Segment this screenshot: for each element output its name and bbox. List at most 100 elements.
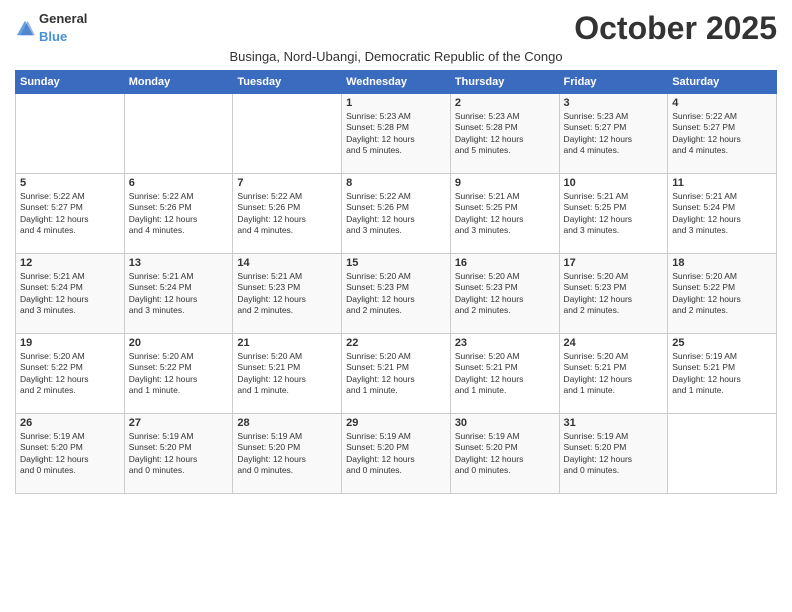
day-number: 15 [346,257,446,269]
day-info: Sunrise: 5:22 AM Sunset: 5:26 PM Dayligh… [129,191,229,237]
day-number: 24 [564,337,664,349]
day-info: Sunrise: 5:19 AM Sunset: 5:20 PM Dayligh… [129,431,229,477]
logo: General Blue [15,10,87,46]
day-info: Sunrise: 5:19 AM Sunset: 5:20 PM Dayligh… [20,431,120,477]
day-info: Sunrise: 5:23 AM Sunset: 5:28 PM Dayligh… [346,111,446,157]
day-info: Sunrise: 5:20 AM Sunset: 5:23 PM Dayligh… [564,271,664,317]
day-info: Sunrise: 5:20 AM Sunset: 5:21 PM Dayligh… [455,351,555,397]
day-cell: 23 Sunrise: 5:20 AM Sunset: 5:21 PM Dayli… [450,334,559,414]
day-cell: 30 Sunrise: 5:19 AM Sunset: 5:20 PM Dayli… [450,414,559,494]
day-number: 18 [672,257,772,269]
day-cell [233,94,342,174]
day-info: Sunrise: 5:20 AM Sunset: 5:23 PM Dayligh… [346,271,446,317]
header-monday: Monday [124,71,233,94]
day-cell: 2 Sunrise: 5:23 AM Sunset: 5:28 PM Daylig… [450,94,559,174]
day-number: 3 [564,97,664,109]
weekday-row: Sunday Monday Tuesday Wednesday Thursday… [16,71,777,94]
day-cell: 9 Sunrise: 5:21 AM Sunset: 5:25 PM Daylig… [450,174,559,254]
day-info: Sunrise: 5:19 AM Sunset: 5:21 PM Dayligh… [672,351,772,397]
day-info: Sunrise: 5:20 AM Sunset: 5:21 PM Dayligh… [237,351,337,397]
day-info: Sunrise: 5:22 AM Sunset: 5:26 PM Dayligh… [346,191,446,237]
day-info: Sunrise: 5:20 AM Sunset: 5:23 PM Dayligh… [455,271,555,317]
day-number: 1 [346,97,446,109]
subtitle: Businga, Nord-Ubangi, Democratic Republi… [15,49,777,64]
day-info: Sunrise: 5:21 AM Sunset: 5:24 PM Dayligh… [129,271,229,317]
day-cell: 12Sunrise: 5:21 AM Sunset: 5:24 PM Dayli… [16,254,125,334]
day-number: 12 [20,257,120,269]
header-thursday: Thursday [450,71,559,94]
week-row-3: 12 Sunrise: 5:21 AM Sunset: 5:24 PM Dayli… [16,254,777,334]
day-cell: 4Sunrise: 5:22 AM Sunset: 5:27 PM Daylig… [668,94,777,174]
day-cell: 28 Sunrise: 5:19 AM Sunset: 5:20 PM Dayli… [233,414,342,494]
day-number: 10 [564,177,664,189]
day-cell [668,414,777,494]
header: General Blue October 2025 [15,10,777,47]
day-info: Sunrise: 5:19 AM Sunset: 5:20 PM Dayligh… [455,431,555,477]
day-cell: 15 Sunrise: 5:20 AM Sunset: 5:23 PM Dayli… [342,254,451,334]
day-info: Sunrise: 5:20 AM Sunset: 5:21 PM Dayligh… [564,351,664,397]
day-number: 7 [237,177,337,189]
day-number: 13 [129,257,229,269]
day-cell: 10Sunrise: 5:21 AM Sunset: 5:25 PM Dayli… [559,174,668,254]
header-sunday: Sunday [16,71,125,94]
day-info: Sunrise: 5:20 AM Sunset: 5:22 PM Dayligh… [129,351,229,397]
day-cell: 5 Sunrise: 5:22 AM Sunset: 5:27 PM Daylig… [16,174,125,254]
logo-text: General Blue [39,10,87,46]
day-cell [124,94,233,174]
day-number: 14 [237,257,337,269]
header-tuesday: Tuesday [233,71,342,94]
day-number: 31 [564,417,664,429]
calendar: Sunday Monday Tuesday Wednesday Thursday… [15,70,777,494]
day-info: Sunrise: 5:21 AM Sunset: 5:25 PM Dayligh… [455,191,555,237]
day-cell: 25 Sunrise: 5:19 AM Sunset: 5:21 PM Dayli… [668,334,777,414]
day-number: 30 [455,417,555,429]
day-cell: 8Sunrise: 5:22 AM Sunset: 5:26 PM Daylig… [342,174,451,254]
day-cell: 11Sunrise: 5:21 AM Sunset: 5:24 PM Dayli… [668,174,777,254]
day-cell: 1 Sunrise: 5:23 AM Sunset: 5:28 PM Daylig… [342,94,451,174]
week-row-4: 19 Sunrise: 5:20 AM Sunset: 5:22 PM Dayli… [16,334,777,414]
page: General Blue October 2025 Businga, Nord-… [0,0,792,612]
day-info: Sunrise: 5:22 AM Sunset: 5:26 PM Dayligh… [237,191,337,237]
day-cell: 14Sunrise: 5:21 AM Sunset: 5:23 PM Dayli… [233,254,342,334]
day-info: Sunrise: 5:19 AM Sunset: 5:20 PM Dayligh… [564,431,664,477]
day-cell: 31 Sunrise: 5:19 AM Sunset: 5:20 PM Dayli… [559,414,668,494]
day-info: Sunrise: 5:19 AM Sunset: 5:20 PM Dayligh… [237,431,337,477]
day-cell: 17 Sunrise: 5:20 AM Sunset: 5:23 PM Dayli… [559,254,668,334]
week-row-1: 1 Sunrise: 5:23 AM Sunset: 5:28 PM Daylig… [16,94,777,174]
day-info: Sunrise: 5:23 AM Sunset: 5:28 PM Dayligh… [455,111,555,157]
day-info: Sunrise: 5:22 AM Sunset: 5:27 PM Dayligh… [20,191,120,237]
day-number: 11 [672,177,772,189]
logo-icon [15,19,35,37]
logo-blue: Blue [39,29,67,44]
day-number: 23 [455,337,555,349]
day-info: Sunrise: 5:20 AM Sunset: 5:22 PM Dayligh… [672,271,772,317]
day-info: Sunrise: 5:20 AM Sunset: 5:21 PM Dayligh… [346,351,446,397]
day-number: 4 [672,97,772,109]
day-info: Sunrise: 5:23 AM Sunset: 5:27 PM Dayligh… [564,111,664,157]
day-number: 17 [564,257,664,269]
logo-general: General [39,11,87,26]
day-cell [16,94,125,174]
day-number: 20 [129,337,229,349]
day-number: 2 [455,97,555,109]
week-row-5: 26 Sunrise: 5:19 AM Sunset: 5:20 PM Dayli… [16,414,777,494]
day-number: 27 [129,417,229,429]
day-number: 19 [20,337,120,349]
day-cell: 21Sunrise: 5:20 AM Sunset: 5:21 PM Dayli… [233,334,342,414]
day-cell: 24 Sunrise: 5:20 AM Sunset: 5:21 PM Dayli… [559,334,668,414]
day-number: 16 [455,257,555,269]
day-cell: 22 Sunrise: 5:20 AM Sunset: 5:21 PM Dayli… [342,334,451,414]
day-number: 9 [455,177,555,189]
day-info: Sunrise: 5:20 AM Sunset: 5:22 PM Dayligh… [20,351,120,397]
day-cell: 19 Sunrise: 5:20 AM Sunset: 5:22 PM Dayli… [16,334,125,414]
day-number: 22 [346,337,446,349]
day-cell: 18 Sunrise: 5:20 AM Sunset: 5:22 PM Dayli… [668,254,777,334]
day-number: 28 [237,417,337,429]
day-cell: 26 Sunrise: 5:19 AM Sunset: 5:20 PM Dayli… [16,414,125,494]
day-number: 29 [346,417,446,429]
day-number: 26 [20,417,120,429]
calendar-header: Sunday Monday Tuesday Wednesday Thursday… [16,71,777,94]
day-number: 25 [672,337,772,349]
month-title: October 2025 [574,10,777,47]
day-number: 5 [20,177,120,189]
